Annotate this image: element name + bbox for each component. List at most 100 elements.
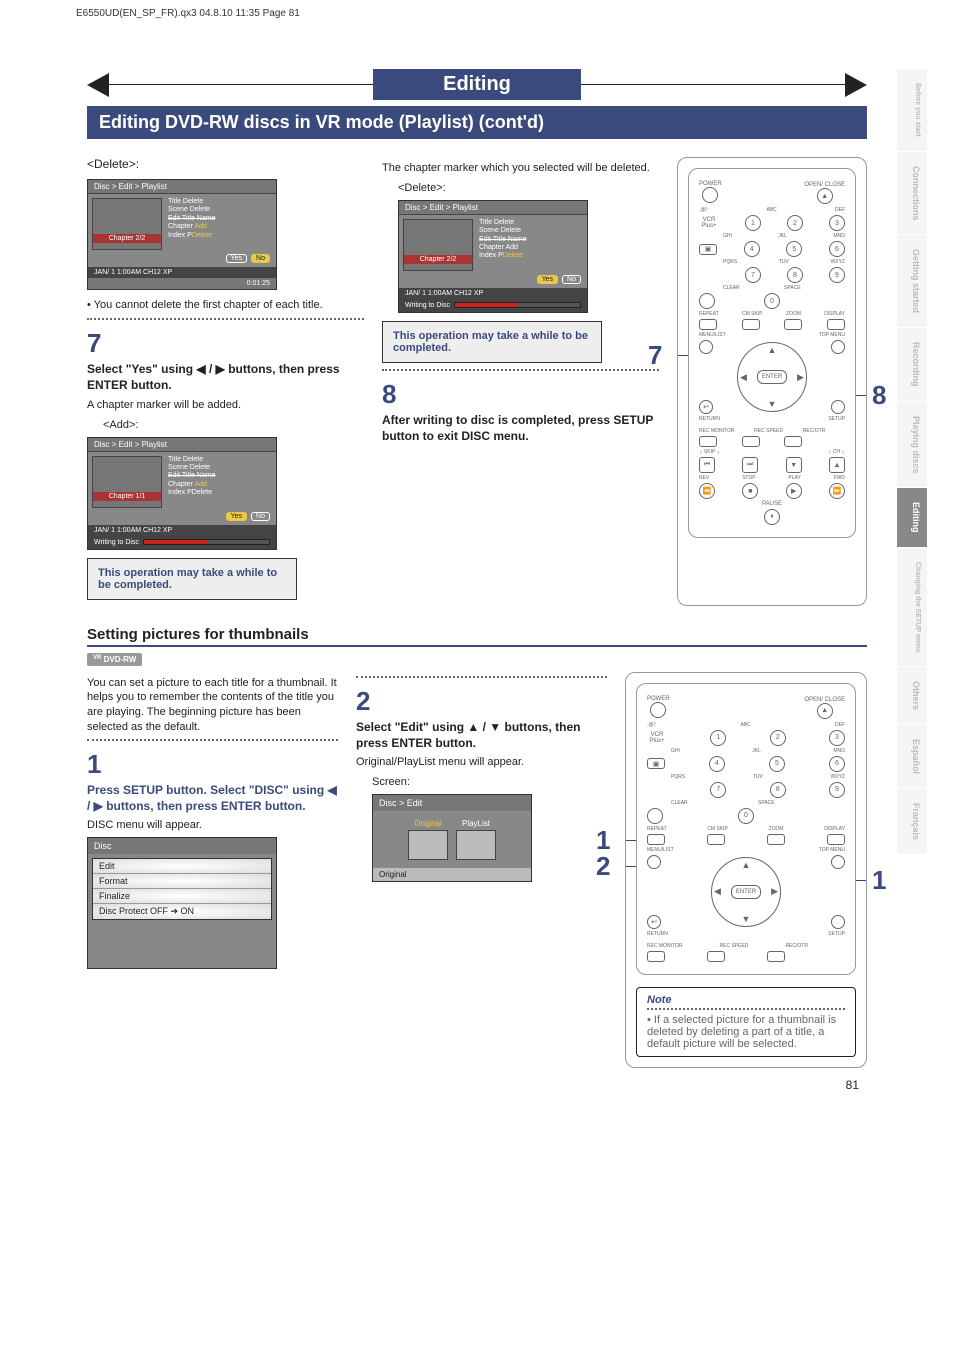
side-tab: Français [897,789,927,855]
side-tab: Changing the SETUP menu [897,548,927,668]
dotted-rule [87,739,338,741]
section-heading: Setting pictures for thumbnails [87,626,867,647]
menu-item: Edit Title Name [479,236,583,244]
menu-item: Chapter Add [168,223,272,231]
power-icon [702,187,718,203]
num-4: 4 [709,756,725,772]
column-middle: The chapter marker which you selected wi… [382,157,659,606]
status-bar: JAN/ 1 1:00AM CH12 XP [88,525,276,536]
step-8-text: After writing to disc is completed, pres… [382,412,659,444]
num-6: 6 [829,241,845,257]
step-8-number: 8 [382,379,659,410]
eject-icon: ▲ [817,188,833,204]
callout-8: 8 [872,380,896,411]
step-1-body: DISC menu will appear. [87,818,338,833]
heading: <Delete>: [87,157,364,171]
display-button [827,319,845,330]
num-9: 9 [829,267,845,283]
warning-note: This operation may take a while to be co… [87,558,297,600]
play-button: ▶ [786,483,802,499]
eject-icon: ▲ [817,703,833,719]
menu-item: Title Delete [168,198,272,206]
num-9: 9 [829,782,845,798]
down-arrow-icon: ▼ [768,399,777,409]
menu-item: Edit Title Name [168,472,272,480]
status-bar: JAN/ 1 1:00AM CH12 XP [399,288,587,299]
source-button: ▣ [647,758,665,769]
down-arrow-icon: ▼ [742,914,751,924]
num-1: 1 [745,215,761,231]
osd-menu: Title Delete Scene Delete Edit Title Nam… [168,456,272,508]
skip-next-button: ⏭ [742,457,758,473]
topmenu-button [831,340,845,354]
right-arrow-icon: ▶ [771,886,778,897]
side-tab: Connections [897,152,927,236]
breadcrumb: Disc > Edit > Playlist [88,438,276,452]
menu-item: Index PictureIndex PDelete [168,232,272,240]
thumbnail: Chapter 2/2 [403,219,473,271]
step-2-body: Original/PlayList menu will appear. [356,755,607,770]
menu-item: Index PDelete [168,489,272,497]
side-tab: Getting started [897,235,927,328]
rec-speed-button [742,436,760,447]
step-7-body: A chapter marker will be added. [87,398,364,413]
num-8: 8 [787,267,803,283]
no-option: No [251,512,270,521]
osd-list: Edit Format Finalize Disc Protect OFF ➔ … [92,858,272,920]
page-content: Before you startConnectionsGetting start… [87,69,867,1122]
num-8: 8 [770,782,786,798]
yes-no: Yes No [88,254,276,267]
repeat-button [699,319,717,330]
num-2: 2 [770,730,786,746]
clear-button [647,808,663,824]
heading: <Add>: [103,419,364,431]
rec-otr-button [784,436,802,447]
arrow-left-icon [87,73,109,97]
time-bar: 0:01:25 [88,278,276,289]
num-0: 0 [738,808,754,824]
num-7: 7 [745,267,761,283]
bullet-note: • You cannot delete the first chapter of… [87,298,364,312]
dpad: ▲▼◀▶ENTER [737,342,807,412]
yes-option: Yes [226,512,247,521]
num-6: 6 [829,756,845,772]
menu-item: Chapter Add [479,244,583,252]
osd-header: Disc > Edit [373,795,531,811]
intro: You can set a picture to each title for … [87,676,338,735]
left-arrow-icon: ◀ [714,886,721,897]
original-option: Original [408,819,448,860]
yes-option: Yes [537,275,558,284]
page-number: 81 [87,1078,867,1092]
menu-item: Index PDelete [479,252,583,260]
osd-header: Disc [88,838,276,854]
menu-item: Scene Delete [168,206,272,214]
menu-item: Scene Delete [479,227,583,235]
rule [581,84,845,85]
title-banner: Editing [87,69,867,100]
side-tab: Editing [897,488,927,548]
menu-item: Chapter Add [168,481,272,489]
yes-no: Yes No [399,275,587,288]
menulist-button [647,855,661,869]
dotted-rule [647,1008,845,1010]
up-arrow-icon: ▲ [742,860,751,870]
step-1-text: Press SETUP button. Select "DISC" using … [87,782,338,814]
osd-footer: Original [373,868,531,881]
breadcrumb: Disc > Edit > Playlist [399,201,587,215]
rec-monitor-button [647,951,665,962]
callout-2: 2 [596,851,620,882]
rec-speed-button [707,951,725,962]
chapter-badge: Chapter 1/1 [93,492,161,501]
edit-menu-osd: Disc > Edit Original PlayList Original [372,794,532,882]
num-3: 3 [829,215,845,231]
side-tabs: Before you startConnectionsGetting start… [897,69,927,855]
osd-delete-1: Disc > Edit > Playlist Chapter 2/2 Title… [87,179,277,290]
remote-control-diagram: POWEROPEN/ CLOSE▲.@/:ABCDEFVCR Plus+123G… [636,683,856,975]
note-box: Note • If a selected picture for a thumb… [636,987,856,1057]
dvd-rw-vr-badge: VR DVD-RW [87,653,142,666]
num-1: 1 [710,730,726,746]
dpad: ▲▼◀▶ENTER [711,857,781,927]
breadcrumb: Disc > Edit > Playlist [88,180,276,194]
repeat-button [647,834,665,845]
thumbnail: Chapter 2/2 [92,198,162,250]
